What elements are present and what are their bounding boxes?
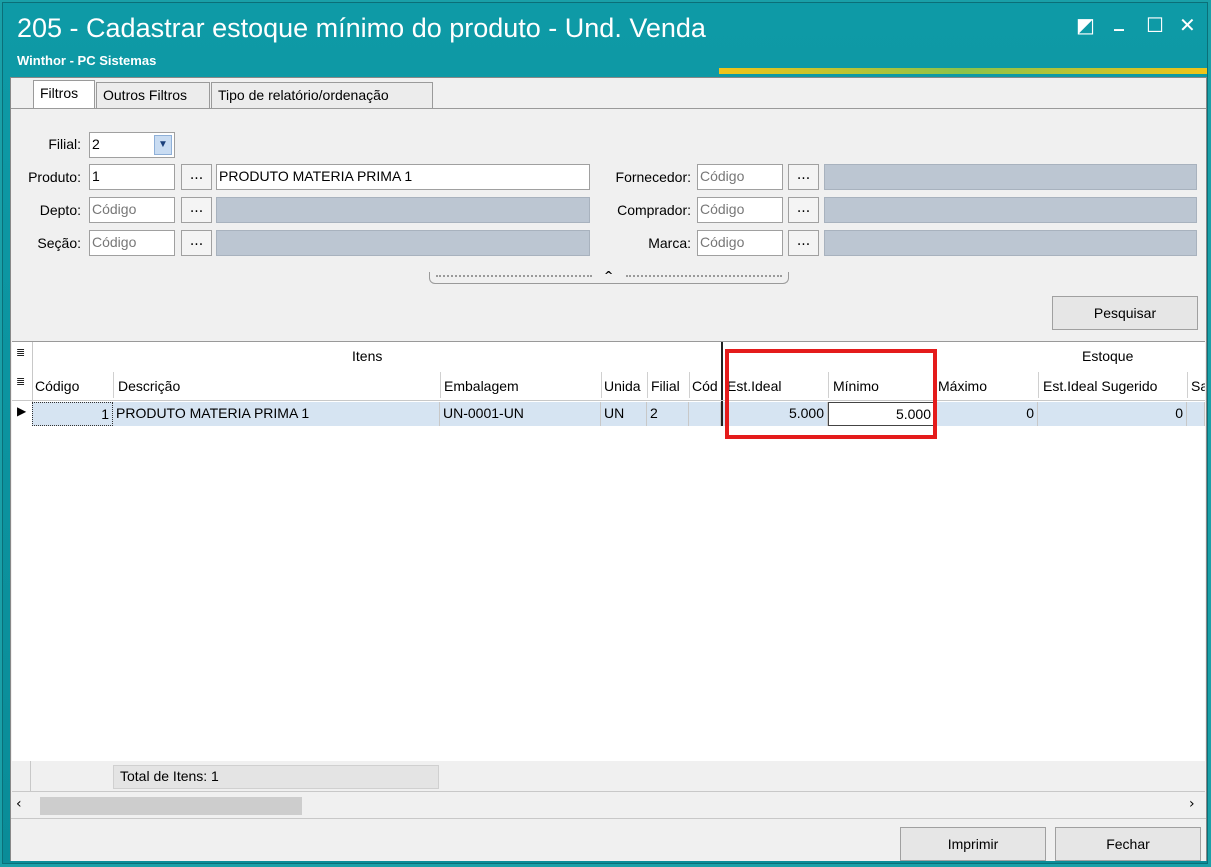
- col-header-unidade[interactable]: Unida: [604, 378, 646, 394]
- marca-lookup-button[interactable]: ...: [788, 230, 819, 256]
- fechar-button[interactable]: Fechar: [1055, 827, 1201, 861]
- window-title: 205 - Cadastrar estoque mínimo do produt…: [17, 13, 706, 43]
- depto-label: Depto:: [39, 202, 81, 218]
- decorative-stripe: [719, 68, 1207, 74]
- column-menu-icon[interactable]: ≣: [16, 346, 25, 359]
- depto-lookup-button[interactable]: ...: [181, 197, 212, 223]
- produto-lookup-button[interactable]: ...: [181, 164, 212, 190]
- marca-code-input[interactable]: Código: [697, 230, 783, 256]
- comprador-desc-field: [824, 197, 1197, 223]
- grid-footer: Total de Itens: 1: [12, 761, 1205, 792]
- cell-unidade[interactable]: UN: [601, 402, 647, 426]
- secao-code-input[interactable]: Código: [89, 230, 175, 256]
- comprador-code-input[interactable]: Código: [697, 197, 783, 223]
- filial-select[interactable]: 2 ▼: [89, 132, 175, 158]
- minimize-button[interactable]: _: [1114, 7, 1124, 31]
- maximize-button[interactable]: ☐: [1146, 13, 1164, 37]
- col-header-est-ideal-sugerido[interactable]: Est.Ideal Sugerido: [1043, 378, 1185, 394]
- depto-desc-field: [216, 197, 590, 223]
- comprador-lookup-button[interactable]: ...: [788, 197, 819, 223]
- produto-code-input[interactable]: 1: [89, 164, 175, 190]
- scroll-right-icon[interactable]: ›: [1189, 796, 1195, 812]
- group-header-itens: Itens: [352, 348, 383, 364]
- filial-label: Filial:: [48, 136, 81, 152]
- fornecedor-code-input[interactable]: Código: [697, 164, 783, 190]
- cell-codigo[interactable]: 1: [32, 402, 113, 426]
- scroll-left-icon[interactable]: ‹: [16, 796, 22, 812]
- column-menu-icon[interactable]: ≣: [16, 375, 25, 388]
- pesquisar-button[interactable]: Pesquisar: [1052, 296, 1198, 330]
- marca-desc-field: [824, 230, 1197, 256]
- cell-embalagem[interactable]: UN-0001-UN: [440, 402, 601, 426]
- restore-icon[interactable]: ◩: [1076, 13, 1095, 37]
- cell-sa[interactable]: [1187, 402, 1205, 426]
- marca-label: Marca:: [648, 235, 691, 251]
- secao-desc-field: [216, 230, 590, 256]
- tab-divider: [11, 108, 1206, 109]
- col-header-embalagem[interactable]: Embalagem: [444, 378, 599, 394]
- window-subtitle: Winthor - PC Sistemas: [17, 53, 157, 68]
- scrollbar-thumb[interactable]: [40, 797, 302, 815]
- fornecedor-desc-field: [824, 164, 1197, 190]
- items-grid: ≣ ≣ Itens Estoque Código Descrição Embal…: [12, 341, 1205, 763]
- col-header-codigo[interactable]: Código: [35, 378, 113, 394]
- total-items-label: Total de Itens: 1: [113, 765, 439, 789]
- cell-descricao[interactable]: PRODUTO MATERIA PRIMA 1: [113, 402, 440, 426]
- cell-cod[interactable]: [689, 402, 721, 426]
- cell-est-ideal-sugerido[interactable]: 0: [1038, 402, 1187, 426]
- col-header-filial[interactable]: Filial: [651, 378, 689, 394]
- secao-label: Seção:: [37, 235, 81, 251]
- depto-code-input[interactable]: Código: [89, 197, 175, 223]
- highlight-box: [725, 349, 937, 439]
- filial-value: 2: [92, 136, 100, 152]
- col-header-maximo[interactable]: Máximo: [938, 378, 1036, 394]
- produto-desc-field: PRODUTO MATERIA PRIMA 1: [216, 164, 590, 190]
- client-area: Filtros Outros Filtros Tipo de relatório…: [10, 77, 1207, 861]
- horizontal-scrollbar[interactable]: ‹ ›: [12, 792, 1205, 818]
- row-indicator-icon: ▶: [17, 404, 27, 418]
- tab-filtros[interactable]: Filtros: [33, 80, 95, 108]
- chevron-up-icon[interactable]: ^: [604, 269, 613, 282]
- tab-outros-filtros[interactable]: Outros Filtros: [96, 82, 210, 108]
- col-header-cod[interactable]: Cód: [692, 378, 720, 394]
- close-button[interactable]: ✕: [1179, 13, 1196, 37]
- secao-lookup-button[interactable]: ...: [181, 230, 212, 256]
- comprador-label: Comprador:: [617, 202, 691, 218]
- cell-filial[interactable]: 2: [647, 402, 689, 426]
- bottom-bar: Imprimir Fechar: [11, 818, 1206, 861]
- produto-label: Produto:: [28, 169, 81, 185]
- chevron-down-icon[interactable]: ▼: [154, 135, 172, 155]
- splitter-handle[interactable]: ^: [429, 269, 789, 284]
- col-header-sa[interactable]: Sa: [1191, 378, 1205, 394]
- app-window: 205 - Cadastrar estoque mínimo do produt…: [2, 2, 1208, 864]
- imprimir-button[interactable]: Imprimir: [900, 827, 1046, 861]
- fornecedor-lookup-button[interactable]: ...: [788, 164, 819, 190]
- cell-maximo[interactable]: 0: [935, 402, 1038, 426]
- col-header-descricao[interactable]: Descrição: [118, 378, 438, 394]
- tab-tipo-relatorio[interactable]: Tipo de relatório/ordenação: [211, 82, 433, 108]
- fornecedor-label: Fornecedor:: [615, 169, 691, 185]
- group-header-estoque: Estoque: [1082, 348, 1134, 364]
